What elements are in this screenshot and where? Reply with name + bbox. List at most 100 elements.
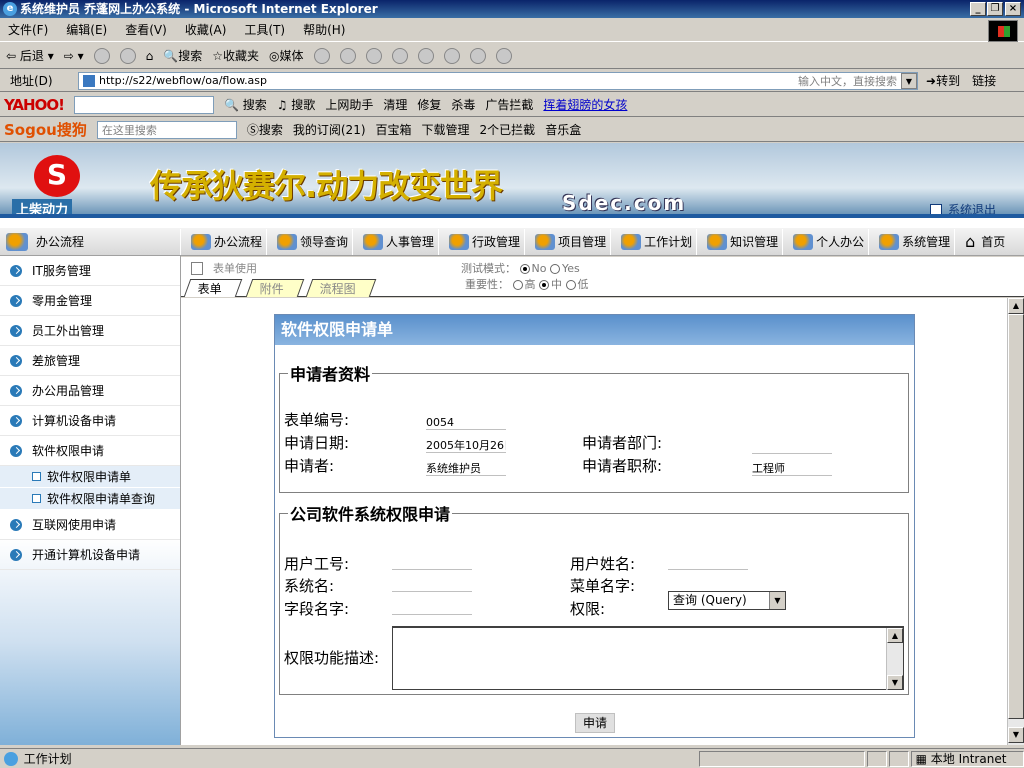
apply-button[interactable]: 申请	[575, 713, 615, 733]
sogou-download-button[interactable]: 下载管理	[422, 121, 470, 138]
nav-admin[interactable]: 行政管理	[438, 228, 524, 255]
job-title-label: 申请者职称:	[582, 457, 663, 475]
status-cell	[889, 750, 909, 767]
sidebar-subitem-permission-query[interactable]: 软件权限申请单查询	[0, 488, 180, 510]
field-name-field[interactable]	[392, 614, 472, 615]
go-button[interactable]: ➜转到	[926, 72, 960, 89]
scroll-down-icon[interactable]: ▼	[1008, 727, 1024, 743]
sogou-subscribe-button[interactable]: 我的订阅(21)	[293, 121, 366, 138]
status-progress	[699, 750, 866, 767]
tab-form[interactable]: 表单	[183, 279, 243, 297]
menu-tools[interactable]: 工具(T)	[244, 21, 285, 38]
home-icon[interactable]: ⌂	[146, 49, 154, 63]
nav-home[interactable]: ⌂ 首页	[954, 228, 1009, 255]
sidebar-subitem-permission-form[interactable]: 软件权限申请单	[0, 466, 180, 488]
minimize-button[interactable]: _	[970, 2, 986, 16]
yahoo-song-button[interactable]: ♫ 搜歌	[277, 96, 316, 113]
address-input[interactable]: http://s22/webflow/oa/flow.asp 输入中文，直接搜索…	[78, 71, 918, 90]
nav-workflow[interactable]: 办公流程	[180, 228, 266, 255]
page-scrollbar[interactable]: ▲ ▼	[1007, 298, 1024, 745]
yahoo-logo[interactable]: YAHOO!	[4, 96, 65, 114]
scroll-up-icon[interactable]: ▲	[887, 628, 903, 643]
window-title: 系统维护员 乔蓬网上办公系统 - Microsoft Internet Expl…	[20, 2, 378, 16]
discuss-icon[interactable]	[417, 47, 434, 64]
sogou-search-input[interactable]: 在这里搜索	[96, 120, 237, 139]
favorites-button[interactable]: ☆收藏夹	[212, 47, 259, 64]
mail-icon[interactable]	[339, 47, 356, 64]
tab-attachment[interactable]: 附件	[245, 279, 305, 297]
nav-personal[interactable]: 个人办公	[782, 228, 868, 255]
sidebar-item-petty-cash[interactable]: 零用金管理	[0, 286, 180, 316]
forward-button[interactable]: ⇨ ▾	[64, 49, 84, 63]
sidebar-header: 办公流程	[0, 228, 180, 256]
nav-label: 首页	[981, 235, 1006, 249]
qq-icon[interactable]	[469, 47, 486, 64]
media-button[interactable]: ◎媒体	[269, 47, 304, 64]
sogou-box-button[interactable]: 百宝箱	[376, 121, 412, 138]
menu-edit[interactable]: 编辑(E)	[66, 21, 107, 38]
scroll-down-icon[interactable]: ▼	[887, 675, 903, 690]
history-icon[interactable]	[313, 47, 330, 64]
sidebar-item-it-service[interactable]: IT服务管理	[0, 256, 180, 286]
close-button[interactable]: ×	[1005, 2, 1021, 16]
user-name-field[interactable]	[668, 569, 748, 570]
emoticon-icon[interactable]	[495, 47, 512, 64]
menu-help[interactable]: 帮助(H)	[303, 21, 345, 38]
sogou-music-button[interactable]: 音乐盒	[545, 121, 581, 138]
yahoo-search-button[interactable]: 🔍 搜索	[224, 96, 267, 113]
stop-icon[interactable]	[93, 47, 110, 64]
nav-hr[interactable]: 人事管理	[352, 228, 438, 255]
yahoo-clean-button[interactable]: 清理	[383, 96, 407, 113]
links-button[interactable]: 链接	[972, 72, 996, 89]
importance-high-radio[interactable]	[512, 280, 523, 290]
scroll-up-icon[interactable]: ▲	[1008, 298, 1024, 314]
nav-plan[interactable]: 工作计划	[610, 228, 696, 255]
sogou-blocked-button[interactable]: 2个已拦截	[480, 121, 536, 138]
sidebar-item-outing[interactable]: 员工外出管理	[0, 316, 180, 346]
messenger-icon[interactable]	[443, 47, 460, 64]
test-yes-radio[interactable]	[549, 264, 560, 274]
yahoo-repair-button[interactable]: 修复	[417, 96, 441, 113]
search-button[interactable]: 🔍搜索	[163, 47, 202, 64]
nav-system[interactable]: 系统管理	[868, 228, 954, 255]
test-no-radio[interactable]	[519, 264, 530, 274]
yahoo-search-input[interactable]	[73, 95, 214, 114]
nav-project[interactable]: 项目管理	[524, 228, 610, 255]
personal-icon	[793, 233, 814, 250]
textarea-scrollbar[interactable]: ▲ ▼	[886, 628, 903, 690]
system-field[interactable]	[392, 591, 472, 592]
sidebar-item-device-open[interactable]: 开通计算机设备申请	[0, 540, 180, 570]
menu-file[interactable]: 文件(F)	[8, 21, 48, 38]
sidebar-item-internet-request[interactable]: 互联网使用申请	[0, 510, 180, 540]
sub-bullet-icon	[32, 494, 41, 503]
user-id-field[interactable]	[392, 569, 472, 570]
refresh-icon[interactable]	[119, 47, 136, 64]
permission-select[interactable]: 查询 (Query) ▼	[668, 591, 786, 610]
test-mode-label: 测试模式：	[461, 262, 516, 275]
yahoo-helper-button[interactable]: 上网助手	[325, 96, 373, 113]
back-button[interactable]: ⇦ 后退 ▾	[6, 47, 54, 64]
restore-button[interactable]: ❐	[987, 2, 1003, 16]
yahoo-adblock-button[interactable]: 广告拦截	[485, 96, 533, 113]
menu-view[interactable]: 查看(V)	[125, 21, 167, 38]
address-dropdown-icon[interactable]: ▼	[901, 72, 917, 89]
sogou-search-button[interactable]: Ⓢ搜索	[247, 121, 283, 138]
nav-knowledge[interactable]: 知识管理	[696, 228, 782, 255]
menu-favorites[interactable]: 收藏(A)	[185, 21, 227, 38]
nav-leader-query[interactable]: 领导查询	[266, 228, 352, 255]
yahoo-song-link[interactable]: 挥着翅膀的女孩	[543, 96, 627, 113]
sidebar-item-office-supplies[interactable]: 办公用品管理	[0, 376, 180, 406]
importance-mid-radio[interactable]	[539, 280, 549, 290]
sidebar-item-software-permission[interactable]: 软件权限申请	[0, 436, 180, 466]
description-textarea[interactable]: ▲ ▼	[392, 626, 904, 690]
edit-icon[interactable]	[391, 47, 408, 64]
yahoo-kill-button[interactable]: 杀毒	[451, 96, 475, 113]
tab-flowchart[interactable]: 流程图	[305, 279, 377, 297]
sidebar-item-travel[interactable]: 差旅管理	[0, 346, 180, 376]
print-icon[interactable]	[365, 47, 382, 64]
main-nav: 办公流程 领导查询 人事管理 行政管理 项目管理 工作计划 知识管理 个人办公 …	[180, 228, 1024, 256]
scroll-thumb[interactable]	[1008, 314, 1024, 719]
sidebar-item-computer-request[interactable]: 计算机设备申请	[0, 406, 180, 436]
sogou-logo[interactable]: Sogou搜狗	[4, 119, 87, 140]
importance-low-radio[interactable]	[565, 280, 576, 290]
